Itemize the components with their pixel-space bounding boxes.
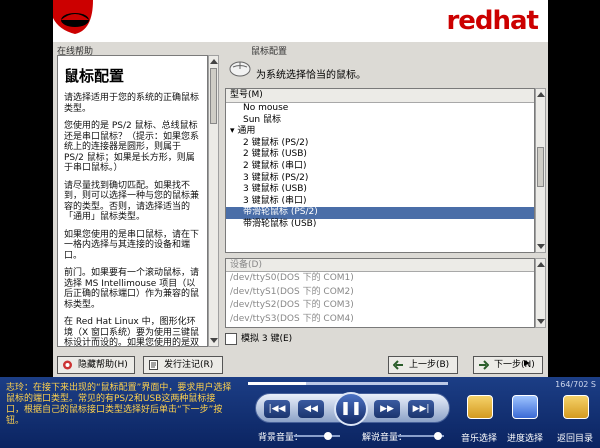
- music-note-icon[interactable]: [467, 395, 493, 419]
- arrow-right-icon: [479, 360, 489, 370]
- model-row[interactable]: 2 键鼠标 (PS/2): [226, 138, 534, 150]
- help-paragraph: 如果您使用的是串口鼠标，请在下一格内选择与其连接的设备和端口。: [64, 229, 200, 261]
- model-scrollbar[interactable]: [535, 88, 546, 253]
- back-label: 上一步(B): [409, 360, 450, 370]
- narration-volume-slider[interactable]: [398, 432, 444, 440]
- help-text: 请选择适用于您的系统的正确鼠标类型。您使用的是 PS/2 鼠标、总线鼠标还是串口…: [58, 90, 207, 347]
- slider-knob[interactable]: [324, 432, 332, 440]
- mouse-cursor-icon: [524, 360, 530, 366]
- help-scroll-thumb[interactable]: [210, 68, 217, 124]
- skip-back-button[interactable]: |◀◀: [264, 400, 290, 418]
- mouse-model-list[interactable]: 型号(M) No mouse Sun 鼠标 ▾ 通用 2 键鼠标 (PS/2) 2 键鼠…: [225, 88, 535, 253]
- model-column-header[interactable]: 型号(M): [226, 89, 534, 103]
- help-paragraph: 请选择适用于您的系统的正确鼠标类型。: [64, 93, 200, 114]
- help-icon: [63, 360, 72, 370]
- tutorial-player-bar: 志玲：在接下来出现的“鼠标配置”界面中，要求用户选择鼠标的端口类型。常见的有PS…: [0, 377, 600, 448]
- model-row[interactable]: Sun 鼠标: [226, 115, 534, 127]
- document-icon: [149, 360, 158, 370]
- progress-fill: [248, 382, 306, 385]
- rewind-button[interactable]: ◀◀: [298, 400, 324, 418]
- background-volume-slider[interactable]: [294, 432, 340, 440]
- device-list[interactable]: 设备(D) /dev/ttyS0(DOS 下的 COM1)/dev/ttyS1(…: [225, 258, 535, 328]
- model-row[interactable]: ▾ 通用: [226, 126, 534, 138]
- skip-forward-button[interactable]: ▶▶|: [408, 400, 434, 418]
- scroll-down-icon[interactable]: [537, 319, 545, 324]
- model-row[interactable]: 3 键鼠标 (串口): [226, 196, 534, 208]
- arrow-left-icon: [393, 360, 403, 370]
- help-paragraph: 在 Red Hat Linux 中，图形化环境（X 窗口系统）要为使用三键鼠标设…: [64, 317, 200, 347]
- back-button[interactable]: 上一步(B): [388, 356, 458, 374]
- narration-tip: 志玲：在接下来出现的“鼠标配置”界面中，要求用户选择鼠标的端口类型。常见的有PS…: [6, 383, 232, 426]
- banner: redhat: [53, 0, 548, 42]
- emulate-3-button-checkbox[interactable]: [225, 333, 237, 345]
- device-column-header[interactable]: 设备(D): [226, 259, 534, 272]
- device-row[interactable]: /dev/ttyS3(DOS 下的 COM4): [226, 313, 534, 327]
- back-to-menu-label[interactable]: 返回目录: [557, 431, 593, 444]
- model-row[interactable]: 带滑轮鼠标 (PS/2): [226, 207, 534, 219]
- scroll-down-icon[interactable]: [537, 244, 545, 249]
- playback-time: 164/702 S: [555, 380, 596, 389]
- model-row[interactable]: 带滑轮鼠标 (USB): [226, 219, 534, 231]
- model-row[interactable]: 3 键鼠标 (PS/2): [226, 173, 534, 185]
- next-button[interactable]: 下一步(N): [473, 356, 543, 374]
- installer-window: redhat 在线帮助 鼠标配置 鼠标配置 请选择适用于您的系统的正确鼠标类型。…: [53, 0, 548, 377]
- mouse-heading: 为系统选择恰当的鼠标。: [256, 70, 366, 81]
- device-rows: /dev/ttyS0(DOS 下的 COM1)/dev/ttyS1(DOS 下的…: [226, 272, 534, 326]
- help-paragraph: 请尽量找到确切匹配。如果找不到，则可以选择一种与您的鼠标兼容的类型。否则，请选择…: [64, 180, 200, 223]
- model-row[interactable]: 2 键鼠标 (串口): [226, 161, 534, 173]
- hide-help-label: 隐藏帮助(H): [78, 360, 128, 370]
- scroll-up-icon[interactable]: [210, 59, 218, 64]
- release-notes-button[interactable]: 发行注记(R): [143, 356, 223, 374]
- scroll-up-icon[interactable]: [537, 262, 545, 267]
- model-row[interactable]: 3 键鼠标 (USB): [226, 184, 534, 196]
- music-select-label[interactable]: 音乐选择: [461, 431, 497, 444]
- device-row[interactable]: /dev/ttyS2(DOS 下的 COM3): [226, 299, 534, 313]
- model-row[interactable]: No mouse: [226, 103, 534, 115]
- brand-wordmark: redhat: [446, 6, 539, 36]
- redhat-logo-icon: [53, 0, 97, 42]
- hide-help-button[interactable]: 隐藏帮助(H): [57, 356, 135, 374]
- help-paragraph: 您使用的是 PS/2 鼠标、总线鼠标还是串口鼠标？（提示：如果您系统上的连接器是…: [64, 121, 200, 173]
- help-panel: 鼠标配置 请选择适用于您的系统的正确鼠标类型。您使用的是 PS/2 鼠标、总线鼠…: [57, 55, 208, 347]
- mouse-section-label: 鼠标配置: [251, 47, 288, 57]
- playback-controls: |◀◀ ◀◀ ❚❚ ▶▶ ▶▶|: [255, 392, 450, 426]
- device-row[interactable]: /dev/ttyS0(DOS 下的 COM1): [226, 272, 534, 286]
- help-paragraph: 前门。如果要有一个滚动鼠标，请选择 MS Intellimouse 项目（以后正…: [64, 268, 200, 310]
- release-notes-label: 发行注记(R): [164, 360, 214, 370]
- playback-progress[interactable]: [248, 382, 448, 385]
- progress-select-icon[interactable]: [512, 395, 538, 419]
- progress-select-label[interactable]: 进度选择: [507, 431, 543, 444]
- slider-knob[interactable]: [434, 432, 442, 440]
- pause-button[interactable]: ❚❚: [334, 392, 368, 426]
- model-row[interactable]: 2 键鼠标 (USB): [226, 149, 534, 161]
- scroll-up-icon[interactable]: [537, 92, 545, 97]
- fast-forward-button[interactable]: ▶▶: [374, 400, 400, 418]
- device-row[interactable]: /dev/ttyS1(DOS 下的 COM2): [226, 286, 534, 300]
- emulate-3-button-label[interactable]: 模拟 3 键(E): [241, 333, 292, 345]
- folder-icon[interactable]: [563, 395, 589, 419]
- device-scrollbar[interactable]: [535, 258, 546, 328]
- scroll-down-icon[interactable]: [210, 338, 218, 343]
- model-scroll-thumb[interactable]: [537, 147, 544, 187]
- mouse-icon: [229, 61, 251, 77]
- help-title: 鼠标配置: [64, 67, 125, 85]
- model-rows: No mouse Sun 鼠标 ▾ 通用 2 键鼠标 (PS/2) 2 键鼠标 (USB…: [226, 103, 534, 231]
- help-scrollbar[interactable]: [208, 55, 219, 347]
